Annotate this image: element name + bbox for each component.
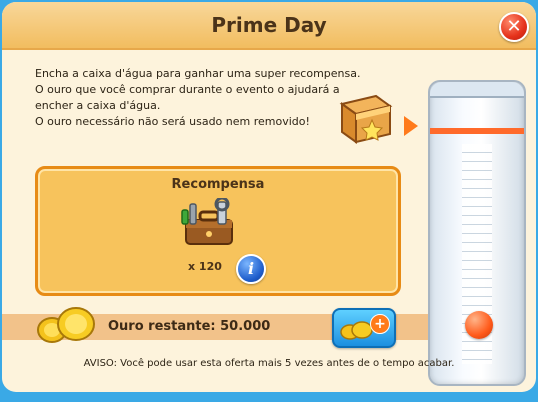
toolbox-icon (181, 198, 233, 245)
reward-quantity: x 120 (188, 260, 222, 273)
arrow-right-icon (404, 116, 418, 136)
tank-level-marker (465, 311, 493, 339)
description-line: O ouro que você comprar durante o evento… (35, 83, 340, 96)
tank-cap (430, 82, 524, 98)
description-line: O ouro necessário não será usado nem rem… (35, 115, 310, 128)
gold-coins-icon (340, 321, 373, 340)
treasure-chest-icon (339, 94, 393, 144)
reward-title: Recompensa (171, 177, 265, 192)
info-icon: i (247, 259, 255, 278)
gold-remaining-label: Ouro restante: 50.000 (108, 319, 271, 334)
offer-notice: AVISO: Você pode usar esta oferta mais 5… (83, 358, 455, 369)
dialog-header: Prime Day ✕ (2, 2, 536, 50)
close-button[interactable]: ✕ (499, 12, 529, 42)
info-button[interactable]: i (236, 254, 266, 284)
description-text: Encha a caixa d'água para ganhar uma sup… (35, 66, 365, 130)
prime-day-dialog: Prime Day ✕ Encha a caixa d'água para ga… (2, 2, 536, 392)
plus-icon: + (370, 314, 390, 334)
close-icon: ✕ (506, 16, 522, 37)
gold-coins-icon (37, 307, 95, 343)
water-tank-gauge (428, 80, 526, 386)
description-line: Encha a caixa d'água para ganhar uma sup… (35, 67, 361, 80)
dialog-title: Prime Day (211, 13, 327, 37)
popup-frame: Prime Day ✕ Encha a caixa d'água para ga… (0, 0, 538, 402)
description-line: encher a caixa d'água. (35, 99, 161, 112)
tank-goal-line (430, 128, 524, 134)
buy-gold-button[interactable]: + (332, 308, 396, 348)
